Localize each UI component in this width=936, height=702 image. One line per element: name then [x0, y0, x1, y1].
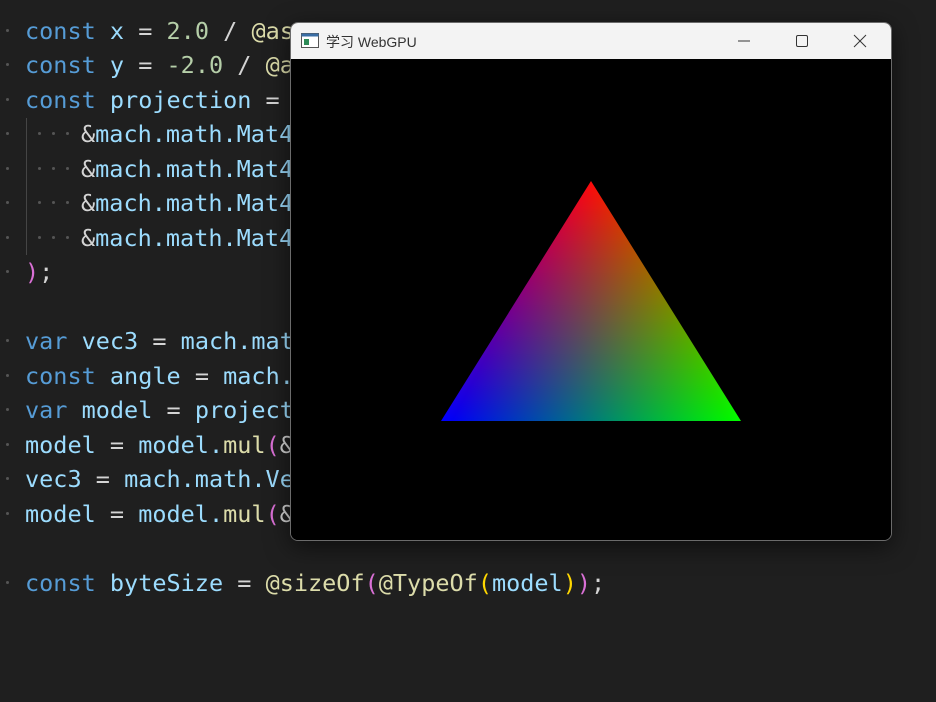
code-line: const byteSize = @sizeOf(@TypeOf(model))…	[0, 566, 936, 600]
render-canvas[interactable]	[291, 59, 891, 540]
whitespace-dot	[6, 63, 9, 66]
whitespace-dot	[52, 236, 55, 239]
whitespace-dot	[6, 201, 9, 204]
whitespace-dot	[6, 132, 9, 135]
whitespace-dot	[6, 270, 9, 273]
whitespace-dot	[6, 98, 9, 101]
whitespace-dot	[6, 408, 9, 411]
whitespace-dot	[6, 443, 9, 446]
whitespace-dot	[38, 132, 41, 135]
minimize-icon	[738, 40, 750, 42]
whitespace-dot	[52, 132, 55, 135]
whitespace-dot	[6, 167, 9, 170]
whitespace-dot	[6, 477, 9, 480]
whitespace-dot	[38, 201, 41, 204]
whitespace-dot	[6, 236, 9, 239]
window-title: 学习 WebGPU	[326, 34, 417, 50]
whitespace-dot	[52, 201, 55, 204]
window-titlebar[interactable]: 学习 WebGPU	[291, 23, 891, 59]
whitespace-dot	[38, 167, 41, 170]
whitespace-dot	[6, 581, 9, 584]
whitespace-dot	[66, 201, 69, 204]
maximize-button[interactable]	[773, 23, 831, 59]
whitespace-dot	[6, 339, 9, 342]
whitespace-dot	[66, 236, 69, 239]
app-window-icon	[301, 33, 319, 49]
webgpu-window[interactable]: 学习 WebGPU	[290, 22, 892, 541]
whitespace-dot	[52, 167, 55, 170]
whitespace-dot	[38, 236, 41, 239]
whitespace-dot	[6, 29, 9, 32]
close-button[interactable]	[831, 23, 889, 59]
minimize-button[interactable]	[715, 23, 773, 59]
whitespace-dot	[66, 132, 69, 135]
whitespace-dot	[6, 374, 9, 377]
whitespace-dot	[6, 512, 9, 515]
maximize-icon	[796, 35, 808, 47]
close-icon	[853, 34, 867, 48]
rgb-triangle	[441, 181, 741, 421]
whitespace-dot	[66, 167, 69, 170]
